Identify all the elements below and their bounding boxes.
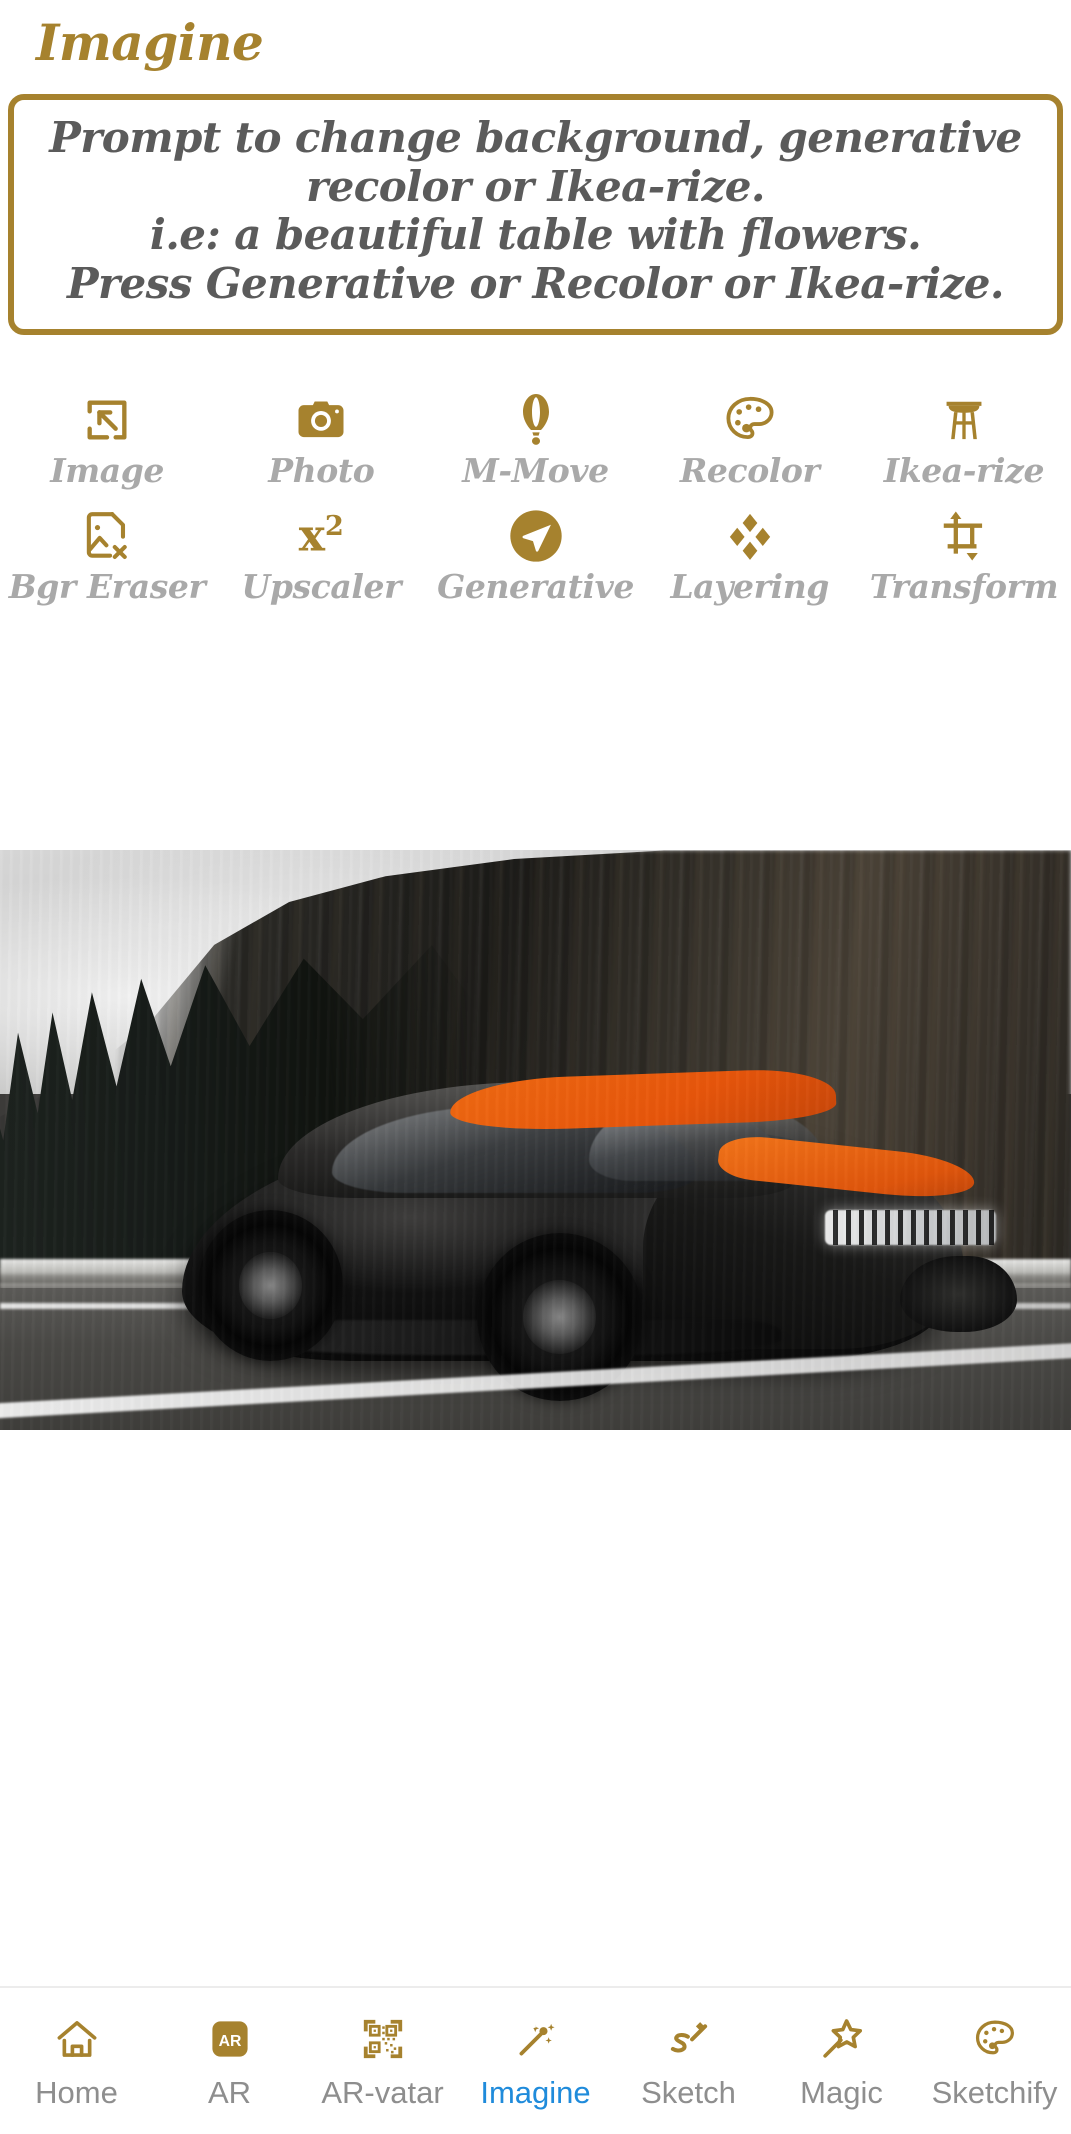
prompt-line-1: Prompt to change background, generative — [49, 113, 1022, 162]
nav-item-ar[interactable]: AR AR — [153, 2008, 306, 2110]
x-squared-base: x — [298, 511, 325, 562]
tool-recolor-label: Recolor — [679, 450, 820, 490]
app-header: Imagine — [0, 0, 1071, 86]
page-title: Imagine — [36, 13, 264, 72]
nav-label-magic: Magic — [800, 2075, 883, 2110]
prompt-line-3: i.e: a beautiful table with flowers. — [149, 210, 922, 260]
nav-item-home[interactable]: Home — [0, 2008, 153, 2110]
tool-generative-label: Generative — [437, 567, 634, 607]
canvas-photo[interactable] — [0, 850, 1071, 1431]
tool-image[interactable]: Image — [0, 391, 214, 489]
tool-photo-label: Photo — [268, 450, 375, 490]
prompt-line-2: recolor or Ikea-rize. — [306, 161, 765, 211]
send-circle-icon — [508, 507, 564, 565]
palette-outline-icon — [972, 2008, 1018, 2070]
car-rear-wheel — [198, 1210, 343, 1361]
bottom-navigation: Home AR AR AR-vatar Imagine Sketch Magic… — [0, 1986, 1071, 2134]
image-remove-icon — [81, 507, 133, 565]
photo-sports-car — [0, 850, 1071, 1430]
nav-label-home: Home — [35, 2075, 118, 2110]
magic-wand-icon — [513, 2008, 559, 2070]
prompt-line-4: Press Generative or Recolor or Ikea-rize… — [67, 259, 1004, 309]
tool-layering[interactable]: Layering — [643, 507, 857, 605]
tool-ikea-rize-label: Ikea-rize — [883, 450, 1045, 490]
tool-bgr-eraser[interactable]: Bgr Eraser — [0, 507, 214, 605]
nav-item-ar-vatar[interactable]: AR-vatar — [306, 2008, 459, 2110]
tool-m-move-label: M-Move — [462, 450, 609, 490]
car-headlight-segments — [824, 1210, 997, 1245]
svg-text:AR: AR — [218, 2033, 241, 2050]
canvas-area — [0, 605, 1071, 2134]
tool-photo[interactable]: Photo — [214, 391, 428, 489]
qr-code-icon — [360, 2008, 406, 2070]
crop-arrows-icon — [938, 507, 990, 565]
nav-item-magic[interactable]: Magic — [765, 2008, 918, 2110]
tool-generative[interactable]: Generative — [428, 507, 642, 605]
car-grille — [899, 1256, 1018, 1332]
camera-icon — [294, 391, 348, 449]
x-squared-icon: x2 — [299, 507, 344, 565]
tool-transform[interactable]: Transform — [857, 507, 1071, 605]
nav-label-sketch: Sketch — [641, 2075, 736, 2110]
tool-recolor[interactable]: Recolor — [643, 391, 857, 489]
tool-bgr-eraser-label: Bgr Eraser — [8, 567, 206, 607]
tool-image-label: Image — [50, 450, 164, 490]
tool-m-move[interactable]: M-Move — [428, 391, 642, 489]
home-icon — [54, 2008, 100, 2070]
car-rear-hub — [238, 1252, 303, 1319]
prompt-input-box[interactable]: Prompt to change background, generative … — [8, 94, 1063, 335]
hot-air-balloon-icon — [511, 391, 561, 449]
ar-badge-icon: AR — [208, 2008, 252, 2070]
nav-label-ar: AR — [207, 2075, 252, 2110]
nav-item-sketchify[interactable]: Sketchify — [918, 2008, 1071, 2110]
nav-item-imagine[interactable]: Imagine — [459, 2008, 612, 2110]
nav-label-ar-vatar: AR-vatar — [321, 2075, 444, 2110]
tool-grid: Image Photo M-Move Recolor Ikea-rize Bgr… — [0, 391, 1071, 606]
nav-label-sketchify: Sketchify — [931, 2075, 1058, 2110]
stool-icon — [938, 391, 990, 449]
tool-transform-label: Transform — [869, 567, 1059, 607]
image-import-icon — [81, 391, 133, 449]
tool-layering-label: Layering — [670, 567, 829, 607]
palette-icon — [723, 391, 777, 449]
x-squared-exponent: 2 — [324, 510, 344, 543]
pencil-sketch-icon — [666, 2008, 712, 2070]
car-front-hub — [523, 1280, 597, 1355]
tool-row-2: Bgr Eraser x2 Upscaler Generative Layeri… — [0, 507, 1071, 605]
nav-item-sketch[interactable]: Sketch — [612, 2008, 765, 2110]
tool-upscaler[interactable]: x2 Upscaler — [214, 507, 428, 605]
imagine-screen: Imagine Prompt to change background, gen… — [0, 0, 1071, 2134]
nav-label-imagine: Imagine — [480, 2075, 591, 2110]
tool-upscaler-label: Upscaler — [241, 567, 402, 607]
tool-row-1: Image Photo M-Move Recolor Ikea-rize — [0, 391, 1071, 489]
tool-ikea-rize[interactable]: Ikea-rize — [857, 391, 1071, 489]
star-wand-icon — [819, 2008, 865, 2070]
four-diamonds-icon — [724, 507, 776, 565]
